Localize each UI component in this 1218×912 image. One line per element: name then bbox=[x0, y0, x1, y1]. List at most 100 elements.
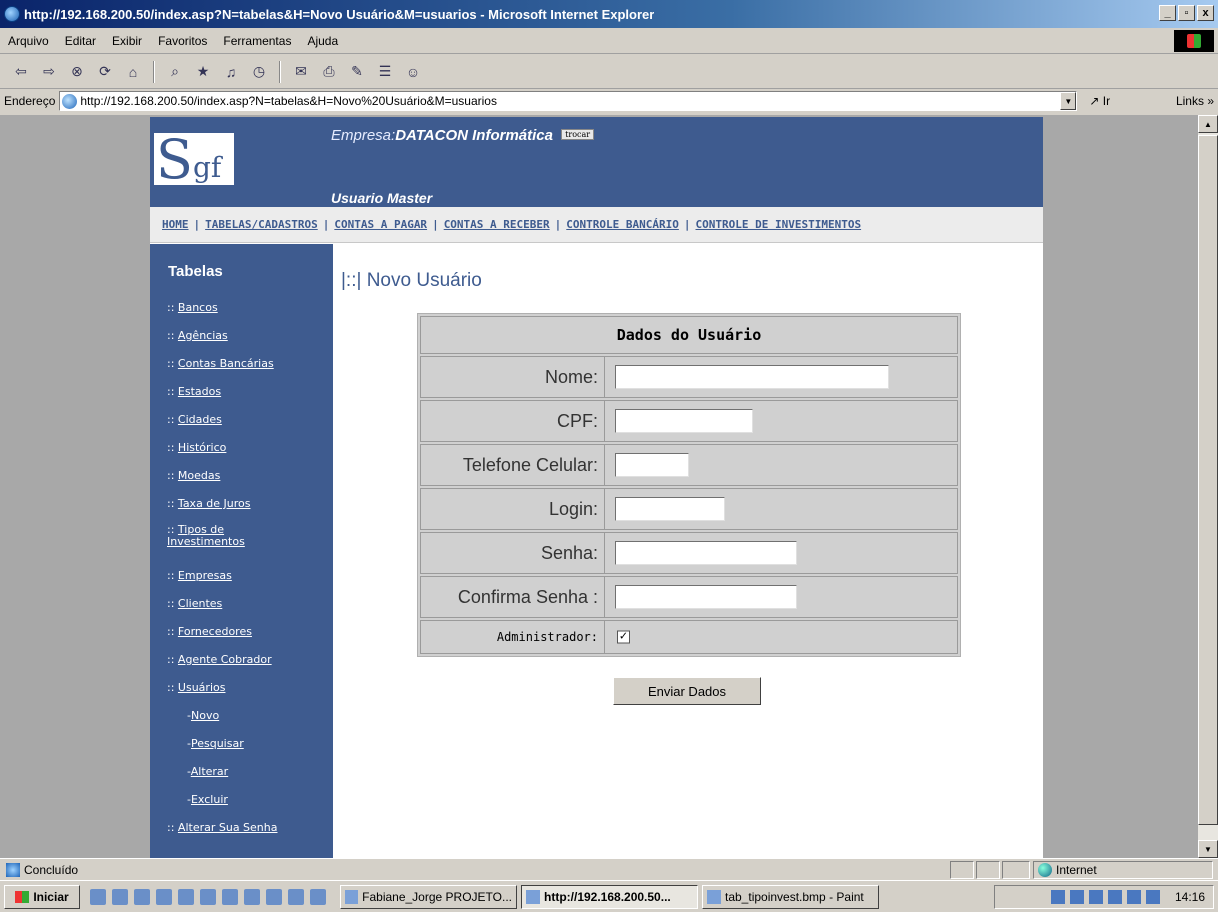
quicklaunch-icon[interactable] bbox=[288, 888, 304, 905]
discuss-icon[interactable]: ☰ bbox=[374, 62, 396, 82]
enviar-dados-button[interactable]: Enviar Dados bbox=[613, 677, 761, 705]
clock: 14:16 bbox=[1174, 890, 1205, 904]
senha-input[interactable] bbox=[615, 541, 797, 565]
quicklaunch-icon[interactable] bbox=[244, 888, 260, 905]
telefone-input[interactable] bbox=[615, 453, 689, 477]
sidebar-subitem-novo[interactable]: -Novo bbox=[187, 710, 219, 722]
sidebar-item-moedas[interactable]: :: Moedas bbox=[167, 470, 220, 482]
sidebar-subitem-pesquisar[interactable]: -Pesquisar bbox=[187, 738, 244, 750]
tray-app-icon[interactable] bbox=[1107, 890, 1122, 904]
stop-icon[interactable]: ⊗ bbox=[66, 62, 88, 82]
taskbar: Iniciar Fabiane_Jorge PROJETO... http://… bbox=[0, 880, 1218, 912]
start-button[interactable]: Iniciar bbox=[4, 884, 80, 909]
sidebar-item-estados[interactable]: :: Estados bbox=[167, 386, 221, 398]
sidebar-item-historico[interactable]: :: Histórico bbox=[167, 442, 226, 454]
security-zone: Internet bbox=[1033, 861, 1213, 879]
logo-s: S bbox=[156, 128, 193, 191]
sidebar-item-alterar-senha[interactable]: :: Alterar Sua Senha bbox=[167, 822, 278, 834]
sidebar-item-fornecedores[interactable]: :: Fornecedores bbox=[167, 626, 252, 638]
task-ie-window[interactable]: http://192.168.200.50... bbox=[521, 884, 698, 909]
task-paint[interactable]: tab_tipoinvest.bmp - Paint bbox=[702, 884, 879, 909]
back-icon[interactable]: ⇦ bbox=[10, 62, 32, 82]
address-dropdown-icon[interactable]: ▼ bbox=[1060, 92, 1077, 110]
task-label: Fabiane_Jorge PROJETO... bbox=[362, 889, 512, 904]
scroll-up-icon[interactable]: ▲ bbox=[1198, 115, 1218, 133]
login-input[interactable] bbox=[615, 497, 725, 521]
links-button[interactable]: Links » bbox=[1176, 94, 1214, 108]
quicklaunch-icon[interactable] bbox=[156, 888, 172, 905]
quick-launch bbox=[90, 888, 326, 905]
quicklaunch-icon[interactable] bbox=[178, 888, 194, 905]
menu-ferramentas[interactable]: Ferramentas bbox=[215, 34, 299, 48]
forward-icon[interactable]: ⇨ bbox=[38, 62, 60, 82]
menu-editar[interactable]: Editar bbox=[57, 34, 104, 48]
page-icon bbox=[62, 94, 78, 109]
telefone-label: Telefone Celular: bbox=[421, 445, 605, 485]
quicklaunch-icon[interactable] bbox=[222, 888, 238, 905]
nav-home[interactable]: HOME bbox=[162, 218, 189, 231]
sidebar-item-taxa-juros[interactable]: :: Taxa de Juros bbox=[167, 498, 251, 510]
history-icon[interactable]: ◷ bbox=[248, 62, 270, 82]
language-icon[interactable] bbox=[1088, 890, 1103, 904]
confirma-senha-input[interactable] bbox=[615, 585, 797, 609]
nav-tabelas[interactable]: TABELAS/CADASTROS bbox=[205, 218, 318, 231]
nav-controle-investimentos[interactable]: CONTROLE DE INVESTIMENTOS bbox=[696, 218, 862, 231]
task-word-document[interactable]: Fabiane_Jorge PROJETO... bbox=[340, 884, 517, 909]
vertical-scrollbar[interactable]: ▲ ▼ bbox=[1198, 115, 1218, 858]
cpf-input[interactable] bbox=[615, 409, 753, 433]
sidebar-subitem-excluir[interactable]: -Excluir bbox=[187, 794, 228, 806]
sidebar-item-clientes[interactable]: :: Clientes bbox=[167, 598, 222, 610]
sidebar-item-contas-bancarias[interactable]: :: Contas Bancárias bbox=[167, 358, 274, 370]
nav-separator: | bbox=[683, 218, 691, 231]
home-icon[interactable]: ⌂ bbox=[122, 62, 144, 82]
minimize-button[interactable]: _ bbox=[1159, 5, 1176, 21]
quicklaunch-icon[interactable] bbox=[200, 888, 216, 905]
messenger-icon[interactable] bbox=[1145, 890, 1160, 904]
print-icon[interactable]: ⎙ bbox=[318, 62, 340, 82]
nav-separator: | bbox=[554, 218, 562, 231]
edit-icon[interactable]: ✎ bbox=[346, 62, 368, 82]
menu-favoritos[interactable]: Favoritos bbox=[150, 34, 215, 48]
quicklaunch-icon[interactable] bbox=[310, 888, 326, 905]
media-icon[interactable]: ♫ bbox=[220, 62, 242, 82]
network-icon[interactable] bbox=[1069, 890, 1084, 904]
tray-app-icon[interactable] bbox=[1126, 890, 1141, 904]
menu-exibir[interactable]: Exibir bbox=[104, 34, 150, 48]
close-button[interactable]: x bbox=[1197, 5, 1214, 21]
favorites-icon[interactable]: ★ bbox=[192, 62, 214, 82]
scroll-down-icon[interactable]: ▼ bbox=[1198, 840, 1218, 858]
search-icon[interactable]: ⌕ bbox=[164, 62, 186, 82]
administrador-checkbox[interactable]: ✓ bbox=[617, 630, 630, 644]
quicklaunch-icon[interactable] bbox=[134, 888, 150, 905]
trocar-button[interactable]: trocar bbox=[561, 129, 595, 140]
sidebar-subitem-alterar[interactable]: -Alterar bbox=[187, 766, 228, 778]
nav-contas-pagar[interactable]: CONTAS A PAGAR bbox=[334, 218, 427, 231]
sidebar-item-bancos[interactable]: :: Bancos bbox=[167, 302, 218, 314]
mail-icon[interactable]: ✉ bbox=[290, 62, 312, 82]
refresh-icon[interactable]: ⟳ bbox=[94, 62, 116, 82]
sidebar-item-tipos-investimentos[interactable]: :: Tipos de Investimentos bbox=[167, 524, 245, 548]
sidebar-item-cidades[interactable]: :: Cidades bbox=[167, 414, 222, 426]
nav-controle-bancario[interactable]: CONTROLE BANCÁRIO bbox=[566, 218, 679, 231]
nav-contas-receber[interactable]: CONTAS A RECEBER bbox=[444, 218, 550, 231]
sidebar-item-agente-cobrador[interactable]: :: Agente Cobrador bbox=[167, 654, 272, 666]
quicklaunch-icon[interactable] bbox=[90, 888, 106, 905]
quicklaunch-icon[interactable] bbox=[266, 888, 282, 905]
menu-ajuda[interactable]: Ajuda bbox=[299, 34, 346, 48]
volume-icon[interactable] bbox=[1050, 890, 1065, 904]
go-button[interactable]: ↗ Ir bbox=[1089, 94, 1110, 108]
page-viewport: Sgf Empresa:DATACON Informática trocar U… bbox=[0, 115, 1198, 858]
sidebar-item-empresas[interactable]: :: Empresas bbox=[167, 570, 232, 582]
messenger-icon[interactable]: ☺ bbox=[402, 62, 424, 82]
address-input[interactable]: http://192.168.200.50/index.asp?N=tabela… bbox=[59, 91, 1078, 111]
menu-arquivo[interactable]: Arquivo bbox=[0, 34, 57, 48]
scroll-thumb[interactable] bbox=[1198, 135, 1218, 825]
nome-input[interactable] bbox=[615, 365, 889, 389]
quicklaunch-icon[interactable] bbox=[112, 888, 128, 905]
ie-icon bbox=[526, 889, 540, 904]
sidebar-item-agencias[interactable]: :: Agências bbox=[167, 330, 228, 342]
maximize-button[interactable]: ▫ bbox=[1178, 5, 1195, 21]
status-cell bbox=[950, 861, 974, 879]
sidebar-item-usuarios[interactable]: :: Usuários bbox=[167, 682, 225, 694]
status-cell bbox=[976, 861, 1000, 879]
